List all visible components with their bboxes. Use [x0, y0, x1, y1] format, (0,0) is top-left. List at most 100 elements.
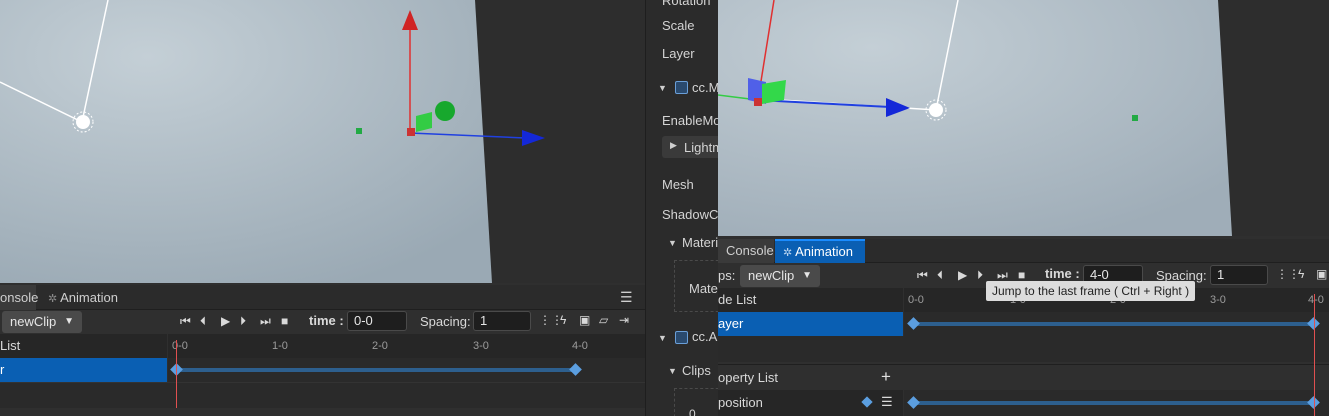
tooltip: Jump to the last frame ( Ctrl + Right ) [986, 281, 1196, 301]
event-icon[interactable]: ϟ [560, 313, 566, 327]
timeline-ruler[interactable]: 0-0 1-0 2-0 3-0 4-0 [168, 334, 645, 358]
inspector-panel: Rotation Scale Layer ▼ cc.M EnableMo ▶ L… [645, 0, 718, 416]
keyframe-span [916, 401, 1314, 405]
edit-icon[interactable]: ▱ [599, 313, 608, 327]
menu-icon[interactable]: ☰ [620, 285, 633, 310]
collapse-triangle-icon[interactable]: ▼ [658, 83, 667, 93]
next-frame-icon[interactable]: ⏵ [240, 314, 246, 329]
exit-icon[interactable]: ⇥ [619, 313, 629, 327]
event-icon[interactable]: ϟ [1298, 267, 1304, 281]
ruler-tick: 3-0 [1210, 294, 1226, 306]
lightmap-foldout[interactable]: ▶ Lightm [662, 136, 718, 158]
clip-dropdown-value: newClip [748, 268, 795, 283]
property-row[interactable]: position ☰ [718, 390, 903, 416]
left-tabbar: onsole ✲ Animation ☰ [0, 285, 645, 310]
ruler-tick: 3-0 [473, 340, 489, 352]
inspector-prop-enable-morph: EnableMo [662, 113, 718, 128]
property-menu-icon[interactable]: ☰ [881, 394, 893, 410]
ruler-tick: 4-0 [1308, 294, 1324, 306]
inspector-prop-materials: Materi [682, 235, 718, 250]
play-icon[interactable]: ▶ [958, 268, 967, 282]
chevron-down-icon: ▼ [802, 270, 812, 281]
keyframe-span [916, 322, 1314, 326]
scene-canvas-left[interactable] [0, 0, 645, 283]
ruler-tick: 2-0 [372, 340, 388, 352]
jump-first-frame-icon[interactable]: ⏮ [917, 268, 928, 283]
spacing-label: Spacing: [420, 314, 471, 329]
ruler-tick: 4-0 [572, 340, 588, 352]
inspector-prop-clips: Clips [682, 363, 711, 378]
grid-icon[interactable]: ⋮⋮ [1276, 267, 1300, 281]
chevron-down-icon: ▼ [64, 316, 74, 327]
tab-console-label: Console [726, 243, 774, 258]
inspector-prop-layer: Layer [662, 46, 695, 61]
component-header-mesh-renderer[interactable]: cc.M [692, 80, 718, 95]
time-input[interactable]: 0-0 [347, 311, 407, 331]
node-marker [356, 128, 362, 134]
clip-dropdown-value: newClip [10, 314, 57, 329]
ruler-tick: 0-0 [908, 294, 924, 306]
spacing-input-value: 1 [1217, 267, 1225, 282]
add-property-icon[interactable]: + [881, 367, 891, 387]
material-slot[interactable]: Mate [674, 260, 718, 312]
jump-first-frame-icon[interactable]: ⏮ [180, 314, 191, 329]
prev-frame-icon[interactable]: ⏴ [937, 268, 943, 283]
add-keyframe-icon[interactable] [861, 396, 873, 408]
gizmo-handle [435, 101, 455, 121]
node-row-selected[interactable]: ayer [718, 312, 903, 336]
inspector-prop-rotation: Rotation [662, 0, 711, 8]
component-header-animation[interactable]: cc.A [692, 329, 717, 344]
spacing-input[interactable]: 1 [1210, 265, 1268, 285]
keyframe-marker[interactable] [569, 363, 582, 376]
inspector-prop-mesh: Mesh [662, 177, 694, 192]
scene-view-right[interactable] [718, 0, 1329, 236]
next-frame-icon[interactable]: ⏵ [977, 268, 983, 283]
playhead[interactable] [176, 340, 177, 408]
collapse-triangle-icon[interactable]: ▼ [668, 366, 677, 376]
node-row-selected[interactable]: r [0, 358, 167, 382]
tab-console[interactable]: onsole [0, 285, 38, 310]
empty-track-row [0, 382, 645, 408]
clips-array-index: 0 [689, 407, 696, 416]
node-list-header: de List [718, 288, 903, 312]
tab-animation-label: Animation [60, 290, 118, 305]
tab-console[interactable]: Console [718, 239, 774, 263]
component-enable-checkbox[interactable] [675, 331, 688, 344]
clip-dropdown[interactable]: newClip ▼ [2, 311, 82, 333]
keyframe-marker[interactable] [907, 396, 920, 409]
node-list-title: List [0, 338, 21, 353]
stop-icon[interactable]: ■ [281, 314, 288, 328]
collapse-triangle-icon[interactable]: ▼ [658, 333, 667, 343]
property-track[interactable] [904, 390, 1329, 416]
property-name: position [718, 395, 763, 410]
tab-animation[interactable]: ✲ Animation [40, 285, 126, 310]
time-input-value: 4-0 [1090, 267, 1109, 282]
right-editor-panel: Console ✲ Animation ps: newClip ▼ ⏮ ⏴ ▶ … [718, 0, 1329, 416]
keyframe-marker[interactable] [907, 317, 920, 330]
save-icon[interactable]: ▣ [1316, 267, 1327, 281]
clip-dropdown[interactable]: newClip ▼ [740, 265, 820, 287]
stop-icon[interactable]: ■ [1018, 268, 1025, 282]
tab-animation[interactable]: ✲ Animation [775, 239, 865, 263]
scene-view-left[interactable] [0, 0, 645, 283]
node-track[interactable] [168, 358, 645, 382]
lightmap-label: Lightm [684, 140, 718, 155]
tooltip-text: Jump to the last frame ( Ctrl + Right ) [992, 284, 1190, 298]
scene-canvas-right[interactable] [718, 0, 1329, 236]
inspector-prop-scale: Scale [662, 18, 695, 33]
play-icon[interactable]: ▶ [221, 314, 230, 328]
playhead[interactable] [1314, 294, 1315, 416]
property-list-header: operty List + [718, 364, 1329, 390]
material-slot-label: Mate [689, 281, 718, 296]
spacing-input[interactable]: 1 [473, 311, 531, 331]
node-track[interactable] [904, 312, 1329, 336]
ruler-tick: 1-0 [272, 340, 288, 352]
prev-frame-icon[interactable]: ⏴ [200, 314, 206, 329]
jump-last-frame-icon[interactable]: ⏭ [260, 314, 271, 329]
clips-array[interactable]: 0 [674, 388, 718, 416]
collapse-triangle-icon[interactable]: ▼ [668, 238, 677, 248]
ruler-tick: 0-0 [172, 340, 188, 352]
ground-plane [718, 0, 1232, 236]
component-enable-checkbox[interactable] [675, 81, 688, 94]
save-icon[interactable]: ▣ [579, 313, 590, 327]
